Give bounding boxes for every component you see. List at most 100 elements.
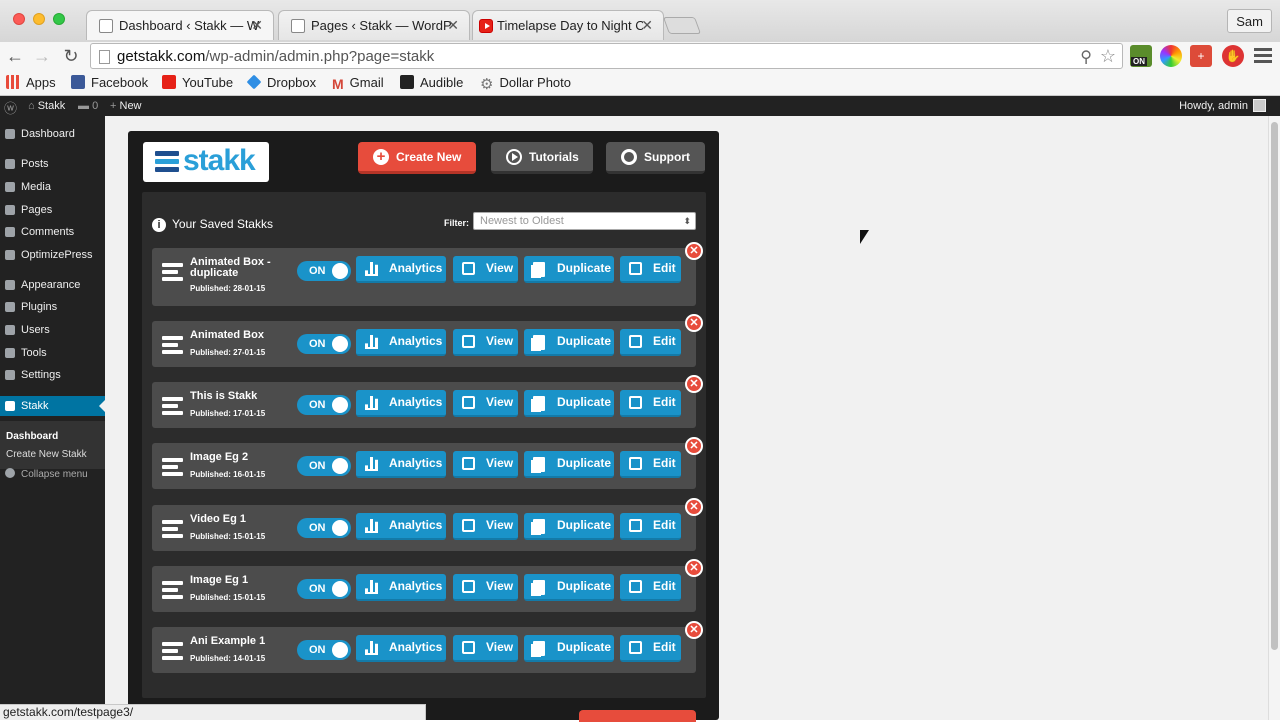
view-button[interactable]: View (453, 329, 518, 356)
menu-item-comments[interactable]: Comments (0, 222, 105, 242)
analytics-button[interactable]: Analytics (356, 574, 446, 601)
box-extension-icon[interactable]: ON (1130, 45, 1152, 67)
delete-stakk-icon[interactable]: ✕ (685, 242, 703, 260)
browser-menu-icon[interactable] (1254, 46, 1272, 66)
browser-tab-youtube[interactable]: Timelapse Day to Night Cit ✕ (472, 10, 664, 40)
duplicate-button[interactable]: Duplicate (524, 513, 614, 540)
avatar[interactable] (1253, 99, 1266, 112)
duplicate-button[interactable]: Duplicate (524, 390, 614, 417)
stakk-on-toggle[interactable]: ON (297, 640, 351, 660)
duplicate-button[interactable]: Duplicate (524, 256, 614, 283)
analytics-button[interactable]: Analytics (356, 329, 446, 356)
back-button[interactable]: ← (4, 45, 26, 67)
duplicate-button[interactable]: Duplicate (524, 574, 614, 601)
menu-item-appearance[interactable]: Appearance (0, 275, 105, 295)
wordpress-logo-icon[interactable]: ⓦ (4, 98, 17, 117)
analytics-button[interactable]: Analytics (356, 451, 446, 478)
menu-item-plugins[interactable]: Plugins (0, 297, 105, 317)
analytics-button[interactable]: Analytics (356, 635, 446, 662)
adblock-extension-icon[interactable]: ✋ (1222, 45, 1244, 67)
hangouts-extension-icon[interactable]: + (1190, 45, 1212, 67)
tutorials-button[interactable]: Tutorials (491, 142, 593, 174)
support-button[interactable]: Support (606, 142, 705, 174)
delete-stakk-icon[interactable]: ✕ (685, 314, 703, 332)
stakk-title[interactable]: Animated Box (190, 330, 290, 341)
analytics-button[interactable]: Analytics (356, 256, 446, 283)
stakk-on-toggle[interactable]: ON (297, 518, 351, 538)
stakk-on-toggle[interactable]: ON (297, 456, 351, 476)
submenu-dashboard[interactable]: Dashboard (6, 431, 58, 442)
menu-item-users[interactable]: Users (0, 320, 105, 340)
analytics-button[interactable]: Analytics (356, 513, 446, 540)
menu-item-posts[interactable]: Posts (0, 154, 105, 174)
bookmark-dropbox[interactable]: Dropbox (246, 74, 316, 90)
stakk-title[interactable]: Image Eg 1 (190, 575, 290, 586)
view-button[interactable]: View (453, 574, 518, 601)
search-icon[interactable]: ⚲ (1080, 47, 1092, 67)
admin-bar-comments[interactable]: ▬ 0 (78, 100, 98, 112)
minimize-window-button[interactable] (33, 13, 45, 25)
duplicate-button[interactable]: Duplicate (524, 635, 614, 662)
menu-item-settings[interactable]: Settings (0, 365, 105, 385)
collapse-menu-button[interactable]: Collapse menu (5, 468, 88, 480)
edit-button[interactable]: Edit (620, 256, 681, 283)
stakk-title[interactable]: This is Stakk (190, 391, 290, 402)
admin-bar-howdy[interactable]: Howdy, admin (1179, 100, 1248, 112)
admin-bar-site[interactable]: ⌂ Stakk (28, 100, 65, 112)
view-button[interactable]: View (453, 390, 518, 417)
close-window-button[interactable] (13, 13, 25, 25)
duplicate-button[interactable]: Duplicate (524, 451, 614, 478)
new-tab-button[interactable] (662, 17, 702, 34)
bookmark-facebook[interactable]: Facebook (71, 75, 148, 90)
stakk-title[interactable]: Video Eg 1 (190, 514, 290, 525)
bookmark-gmail[interactable]: M Gmail (332, 75, 384, 91)
delete-stakk-icon[interactable]: ✕ (685, 437, 703, 455)
menu-item-tools[interactable]: Tools (0, 343, 105, 363)
filter-select[interactable]: Newest to Oldest (473, 212, 696, 230)
view-button[interactable]: View (453, 635, 518, 662)
delete-stakk-icon[interactable]: ✕ (685, 375, 703, 393)
view-button[interactable]: View (453, 513, 518, 540)
browser-tab-dashboard[interactable]: Dashboard ‹ Stakk — Word ✕ (86, 10, 274, 40)
bookmark-star-icon[interactable]: ☆ (1100, 46, 1116, 67)
bookmark-dollar-photo[interactable]: ⚙ Dollar Photo (480, 75, 571, 92)
stakk-title[interactable]: Image Eg 2 (190, 452, 290, 463)
menu-item-dashboard[interactable]: Dashboard (0, 124, 105, 144)
stakk-on-toggle[interactable]: ON (297, 579, 351, 599)
page-scrollbar[interactable] (1268, 116, 1280, 720)
stakk-title[interactable]: Ani Example 1 (190, 636, 290, 647)
menu-item-optimizepress[interactable]: OptimizePress (0, 245, 105, 265)
browser-tab-pages[interactable]: Pages ‹ Stakk — WordPres ✕ (278, 10, 470, 40)
delete-stakk-icon[interactable]: ✕ (685, 621, 703, 639)
forward-button[interactable]: → (31, 45, 53, 67)
view-button[interactable]: View (453, 256, 518, 283)
profile-button[interactable]: Sam (1227, 9, 1272, 33)
bookmark-apps[interactable]: Apps (6, 75, 56, 90)
edit-button[interactable]: Edit (620, 574, 681, 601)
menu-item-stakk[interactable]: Stakk (0, 396, 105, 416)
duplicate-button[interactable]: Duplicate (524, 329, 614, 356)
color-picker-extension-icon[interactable] (1160, 45, 1182, 67)
edit-button[interactable]: Edit (620, 329, 681, 356)
view-button[interactable]: View (453, 451, 518, 478)
edit-button[interactable]: Edit (620, 451, 681, 478)
edit-button[interactable]: Edit (620, 390, 681, 417)
bookmark-youtube[interactable]: YouTube (162, 75, 233, 90)
menu-item-media[interactable]: Media (0, 177, 105, 197)
stakk-on-toggle[interactable]: ON (297, 395, 351, 415)
close-tab-icon[interactable]: ✕ (641, 17, 653, 34)
close-tab-icon[interactable]: ✕ (447, 17, 459, 34)
create-new-button-bottom[interactable] (579, 710, 696, 722)
edit-button[interactable]: Edit (620, 513, 681, 540)
delete-stakk-icon[interactable]: ✕ (685, 559, 703, 577)
bookmark-audible[interactable]: Audible (400, 75, 463, 90)
submenu-create-new-stakk[interactable]: Create New Stakk (6, 449, 87, 460)
analytics-button[interactable]: Analytics (356, 390, 446, 417)
stakk-on-toggle[interactable]: ON (297, 334, 351, 354)
reload-button[interactable]: ↻ (60, 45, 82, 67)
delete-stakk-icon[interactable]: ✕ (685, 498, 703, 516)
stakk-title[interactable]: Animated Box - duplicate (190, 257, 290, 279)
address-bar[interactable]: getstakk.com/wp-admin/admin.php?page=sta… (90, 43, 1123, 69)
admin-bar-new[interactable]: + New (110, 100, 142, 112)
create-new-button[interactable]: + Create New (358, 142, 476, 174)
